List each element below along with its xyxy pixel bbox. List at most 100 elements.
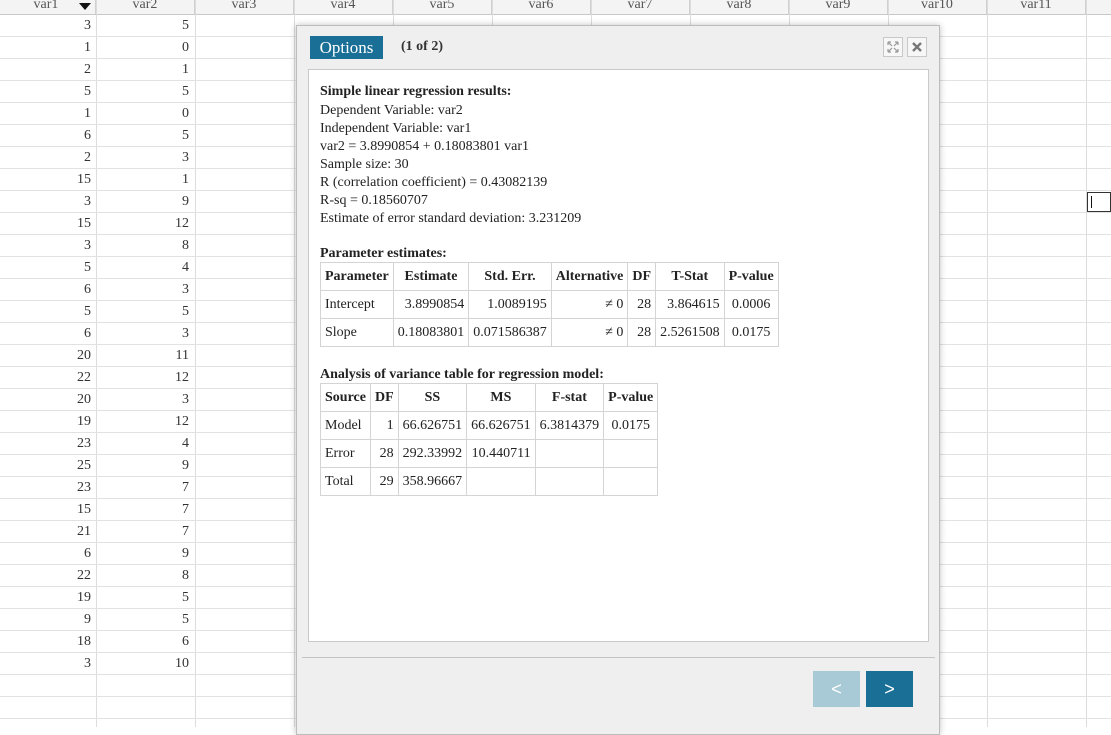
column-header-var3[interactable]: var3 xyxy=(195,0,294,14)
cell-var1[interactable]: 22 xyxy=(0,565,96,587)
cell-var2[interactable]: 5 xyxy=(97,81,194,103)
table-row: Total 29 358.96667 xyxy=(320,467,659,496)
column-header-var2[interactable]: var2 xyxy=(96,0,195,14)
cell-var1[interactable]: 3 xyxy=(0,191,96,213)
cell-var2[interactable]: 1 xyxy=(97,169,194,191)
cell-var1[interactable]: 22 xyxy=(0,367,96,389)
cell-var1[interactable]: 2 xyxy=(0,59,96,81)
cell-var2[interactable]: 4 xyxy=(97,433,194,455)
cell-var1[interactable]: 5 xyxy=(0,257,96,279)
cell-var2[interactable]: 3 xyxy=(97,323,194,345)
expand-button[interactable] xyxy=(883,37,903,57)
result-line: var2 = 3.8990854 + 0.18083801 var1 xyxy=(320,139,530,154)
table-cell: 0.0006 xyxy=(723,290,779,319)
cell-var2[interactable]: 11 xyxy=(97,345,194,367)
cell-var1[interactable]: 18 xyxy=(0,631,96,653)
table-cell: 3.864615 xyxy=(655,290,725,319)
table-cell: Model xyxy=(320,411,371,440)
cell-var1[interactable]: 20 xyxy=(0,389,96,411)
cell-var2[interactable]: 3 xyxy=(97,389,194,411)
table-cell xyxy=(534,467,605,496)
cell-var2[interactable]: 0 xyxy=(97,103,194,125)
column-header-var7[interactable]: var7 xyxy=(591,0,690,14)
column-header-var9[interactable]: var9 xyxy=(789,0,888,14)
cell-var2[interactable]: 6 xyxy=(97,631,194,653)
cell-var2[interactable]: 3 xyxy=(97,147,194,169)
cell-var1[interactable]: 1 xyxy=(0,103,96,125)
next-page-button[interactable]: > xyxy=(866,671,913,707)
cell-var2[interactable]: 10 xyxy=(97,653,194,675)
column-header: P-value xyxy=(723,262,779,291)
cell-var1[interactable]: 9 xyxy=(0,609,96,631)
cell-var1[interactable]: 25 xyxy=(0,455,96,477)
cell-var2[interactable]: 7 xyxy=(97,499,194,521)
column-menu-icon[interactable] xyxy=(79,3,91,10)
column-header: Std. Err. xyxy=(468,262,552,291)
cell-var1[interactable]: 20 xyxy=(0,345,96,367)
cell-var2[interactable]: 12 xyxy=(97,213,194,235)
cell-var2[interactable]: 12 xyxy=(97,411,194,433)
cell-var1[interactable]: 2 xyxy=(0,147,96,169)
table-cell xyxy=(466,467,536,496)
cell-var1[interactable]: 15 xyxy=(0,499,96,521)
column-header-var8[interactable]: var8 xyxy=(690,0,789,14)
column-header: F-stat xyxy=(534,383,605,412)
cell-var2[interactable]: 7 xyxy=(97,477,194,499)
cell-var1[interactable]: 3 xyxy=(0,653,96,675)
results-panel: Simple linear regression results: Depend… xyxy=(308,69,929,642)
cell-var2[interactable]: 5 xyxy=(97,301,194,323)
footer-divider xyxy=(302,657,935,658)
previous-page-button[interactable]: < xyxy=(813,671,860,707)
table-cell: 66.626751 xyxy=(397,411,468,440)
cell-var1[interactable]: 1 xyxy=(0,37,96,59)
cell-var2[interactable]: 7 xyxy=(97,521,194,543)
results-summary: Dependent Variable: var2 Independent Vari… xyxy=(320,102,581,228)
column-header-var11[interactable]: var11 xyxy=(987,0,1086,14)
table-cell: ≠ 0 xyxy=(550,290,629,319)
cell-var1[interactable]: 15 xyxy=(0,169,96,191)
active-cell[interactable] xyxy=(1087,192,1111,212)
column-header-var4[interactable]: var4 xyxy=(294,0,393,14)
cell-var1[interactable]: 6 xyxy=(0,125,96,147)
cell-var2[interactable]: 9 xyxy=(97,455,194,477)
table-cell: 0.0175 xyxy=(603,411,659,440)
cell-var2[interactable]: 8 xyxy=(97,235,194,257)
cell-var1[interactable]: 21 xyxy=(0,521,96,543)
cell-var1[interactable]: 3 xyxy=(0,235,96,257)
cell-var1[interactable]: 3 xyxy=(0,15,96,37)
column-header-var5[interactable]: var5 xyxy=(393,0,492,14)
cell-var1[interactable]: 19 xyxy=(0,411,96,433)
column-header-var6[interactable]: var6 xyxy=(492,0,591,14)
cell-var1[interactable]: 15 xyxy=(0,213,96,235)
cell-var2[interactable]: 8 xyxy=(97,565,194,587)
cell-var2[interactable]: 4 xyxy=(97,257,194,279)
table-cell xyxy=(603,439,659,468)
cell-var2[interactable]: 5 xyxy=(97,587,194,609)
table-cell: 358.96667 xyxy=(397,467,468,496)
table-header-row: Source DF SS MS F-stat P-value xyxy=(320,383,659,412)
cell-var1[interactable]: 5 xyxy=(0,301,96,323)
cell-var2[interactable]: 0 xyxy=(97,37,194,59)
cell-var2[interactable]: 12 xyxy=(97,367,194,389)
table-cell: 29 xyxy=(369,467,399,496)
cell-var2[interactable]: 5 xyxy=(97,609,194,631)
cell-var2[interactable]: 9 xyxy=(97,543,194,565)
cell-var2[interactable]: 5 xyxy=(97,15,194,37)
cell-var2[interactable]: 1 xyxy=(97,59,194,81)
cell-var1[interactable]: 23 xyxy=(0,433,96,455)
cell-var1[interactable]: 19 xyxy=(0,587,96,609)
cell-var1[interactable]: 5 xyxy=(0,81,96,103)
table-cell: Slope xyxy=(320,318,394,347)
cell-var1[interactable]: 23 xyxy=(0,477,96,499)
cell-var1[interactable]: 6 xyxy=(0,323,96,345)
table-cell: 292.33992 xyxy=(397,439,468,468)
cell-var1[interactable]: 6 xyxy=(0,279,96,301)
column-header-var10[interactable]: var10 xyxy=(888,0,987,14)
table-cell: 28 xyxy=(627,318,657,347)
cell-var1[interactable]: 6 xyxy=(0,543,96,565)
cell-var2[interactable]: 3 xyxy=(97,279,194,301)
options-button[interactable]: Options xyxy=(310,36,383,59)
cell-var2[interactable]: 5 xyxy=(97,125,194,147)
cell-var2[interactable]: 9 xyxy=(97,191,194,213)
close-button[interactable] xyxy=(907,37,927,57)
